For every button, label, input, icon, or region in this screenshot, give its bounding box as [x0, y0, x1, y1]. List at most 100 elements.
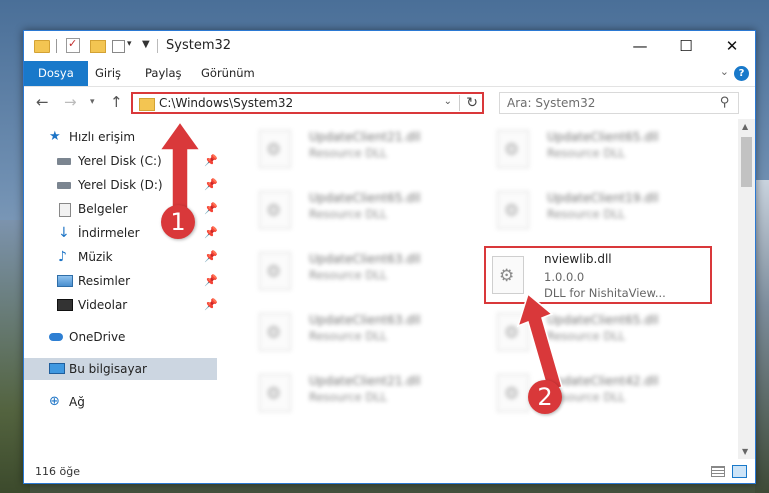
pin-icon[interactable]: 📌: [204, 246, 218, 268]
file-item[interactable]: UpdateClient42.dll Resource DLL: [489, 370, 719, 420]
file-item[interactable]: UpdateClient63.dll Resource DLL: [251, 309, 481, 359]
documents-icon: [59, 203, 71, 217]
music-icon: ♪: [58, 249, 67, 265]
tab-paylas[interactable]: Paylaş: [145, 61, 182, 86]
dll-file-icon: [497, 374, 529, 412]
scroll-down-icon[interactable]: ▼: [742, 447, 748, 456]
dll-file-icon: [259, 252, 291, 290]
vertical-scrollbar[interactable]: ▲ ▼: [738, 119, 755, 459]
sidebar-item-label: Ağ: [69, 395, 85, 409]
file-name: UpdateClient63.dll: [309, 252, 421, 266]
quick-access-dropdown-icon[interactable]: ▼: [142, 39, 150, 53]
file-type: Resource DLL: [309, 146, 388, 160]
sidebar-item-music[interactable]: ♪ Müzik 📌: [24, 246, 218, 268]
help-icon[interactable]: ?: [734, 66, 749, 81]
dll-file-icon: [497, 191, 529, 229]
file-name: UpdateClient65.dll: [547, 313, 659, 327]
status-bar: 116 öğe: [24, 461, 755, 483]
sidebar-item-videos[interactable]: Videolar 📌: [24, 294, 218, 316]
pin-icon[interactable]: 📌: [204, 198, 218, 220]
refresh-icon[interactable]: ↻: [459, 95, 478, 111]
sidebar-item-quick-access[interactable]: ★ Hızlı erişim: [24, 126, 217, 148]
file-type: Resource DLL: [309, 390, 388, 404]
sidebar-item-network[interactable]: ⊕ Ağ: [24, 391, 217, 413]
rename-icon[interactable]: [112, 40, 125, 53]
sidebar-item-label: Müzik: [78, 250, 113, 264]
large-icons-view-icon[interactable]: [732, 465, 747, 478]
minimize-button[interactable]: —: [617, 31, 663, 61]
address-path[interactable]: C:\Windows\System32: [159, 96, 293, 110]
file-item[interactable]: UpdateClient65.dll Resource DLL: [489, 309, 719, 359]
file-name: UpdateClient65.dll: [547, 130, 659, 144]
details-view-icon[interactable]: [711, 466, 725, 477]
recent-locations-chevron-icon[interactable]: ▾: [90, 97, 95, 107]
title-divider: [157, 39, 158, 53]
tab-giris[interactable]: Giriş: [95, 61, 121, 86]
title-bar: ▾ ▼ System32 — ☐ ✕: [24, 31, 755, 61]
sidebar-item-label: Hızlı erişim: [69, 130, 136, 144]
explorer-window: ▾ ▼ System32 — ☐ ✕ Dosya Giriş Paylaş Gö…: [23, 30, 756, 484]
ribbon-tabs: Dosya Giriş Paylaş Görünüm ⌄ ?: [24, 61, 755, 87]
sidebar-item-label: İndirmeler: [78, 226, 140, 240]
tab-gorunum[interactable]: Görünüm: [201, 61, 255, 86]
new-folder-icon[interactable]: [90, 40, 106, 53]
address-dropdown-icon[interactable]: ⌄: [444, 96, 452, 107]
pin-icon[interactable]: 📌: [204, 270, 218, 292]
file-name: UpdateClient21.dll: [309, 130, 421, 144]
tab-dosya[interactable]: Dosya: [24, 61, 88, 86]
sidebar-item-this-pc[interactable]: Bu bilgisayar: [24, 358, 217, 380]
file-list: UpdateClient21.dll Resource DLL UpdateCl…: [231, 122, 734, 460]
pin-icon[interactable]: 📌: [204, 150, 218, 172]
address-bar[interactable]: C:\Windows\System32 ⌄ ↻: [131, 92, 484, 114]
file-type: Resource DLL: [547, 146, 626, 160]
file-item[interactable]: UpdateClient63.dll Resource DLL: [251, 248, 481, 298]
sidebar-item-label: Yerel Disk (D:): [78, 178, 163, 192]
scrollbar-thumb[interactable]: [741, 137, 752, 187]
sidebar-item-label: Resimler: [78, 274, 131, 288]
scroll-up-icon[interactable]: ▲: [742, 122, 748, 131]
item-count: 116 öğe: [35, 465, 80, 478]
dll-file-icon: [492, 256, 524, 294]
search-box[interactable]: Ara: System32 ⚲: [499, 92, 739, 114]
file-type: Resource DLL: [309, 207, 388, 221]
file-item[interactable]: UpdateClient19.dll Resource DLL: [489, 187, 719, 237]
up-button[interactable]: ↑: [110, 93, 123, 111]
pin-icon[interactable]: 📌: [204, 294, 218, 316]
file-name: nviewlib.dll: [544, 252, 612, 266]
folder-icon: [139, 98, 155, 111]
file-item[interactable]: UpdateClient21.dll Resource DLL: [251, 126, 481, 176]
dll-file-icon: [259, 130, 291, 168]
properties-check-icon[interactable]: [66, 37, 80, 53]
network-icon: ⊕: [49, 394, 60, 409]
forward-button[interactable]: →: [64, 93, 77, 111]
search-placeholder[interactable]: Ara: System32: [507, 96, 595, 110]
desktop-background-right: [755, 180, 769, 493]
back-button[interactable]: ←: [36, 93, 49, 111]
file-type: Resource DLL: [547, 207, 626, 221]
file-version: 1.0.0.0: [544, 270, 585, 284]
expand-ribbon-chevron-icon[interactable]: ⌄: [720, 65, 729, 78]
dll-file-icon: [497, 130, 529, 168]
sidebar-item-onedrive[interactable]: OneDrive: [24, 326, 217, 348]
download-icon: ↓: [58, 225, 70, 241]
file-name: UpdateClient63.dll: [309, 313, 421, 327]
window-title: System32: [166, 38, 232, 53]
file-item[interactable]: UpdateClient65.dll Resource DLL: [489, 126, 719, 176]
sidebar-item-label: Bu bilgisayar: [69, 362, 147, 376]
star-icon: ★: [49, 129, 61, 144]
customize-toolbar-chevron-icon[interactable]: ▾: [127, 39, 135, 53]
pin-icon[interactable]: 📌: [204, 174, 218, 196]
close-button[interactable]: ✕: [709, 31, 755, 61]
pin-icon[interactable]: 📌: [204, 222, 218, 244]
search-icon[interactable]: ⚲: [720, 95, 730, 110]
file-item[interactable]: UpdateClient21.dll Resource DLL: [251, 370, 481, 420]
dll-file-icon: [497, 313, 529, 351]
sidebar-item-local-disk-d[interactable]: Yerel Disk (D:) 📌: [24, 174, 218, 196]
videos-icon: [57, 299, 73, 311]
file-item[interactable]: UpdateClient65.dll Resource DLL: [251, 187, 481, 237]
file-name: UpdateClient65.dll: [309, 191, 421, 205]
file-item-nviewlib[interactable]: nviewlib.dll 1.0.0.0 DLL for NishitaView…: [484, 246, 712, 304]
sidebar-item-local-disk-c[interactable]: Yerel Disk (C:) 📌: [24, 150, 218, 172]
sidebar-item-pictures[interactable]: Resimler 📌: [24, 270, 218, 292]
maximize-button[interactable]: ☐: [663, 31, 709, 61]
